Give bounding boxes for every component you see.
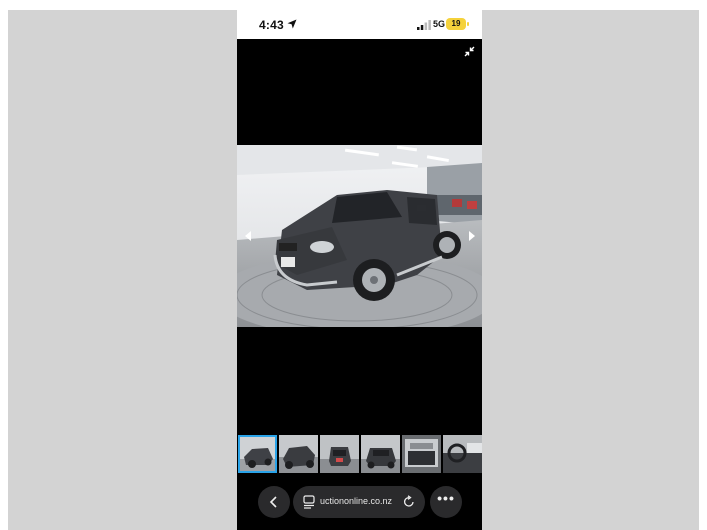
thumbnail-1[interactable] [238, 435, 277, 473]
back-button[interactable] [258, 486, 290, 518]
signal-icon [417, 20, 431, 30]
prev-arrow-icon[interactable] [243, 230, 253, 242]
battery-level: 19 [451, 19, 461, 28]
network-type: 5G [433, 19, 446, 29]
thumbnail-4[interactable] [361, 435, 400, 473]
car-photo[interactable] [237, 145, 482, 327]
thumbnail-strip [237, 433, 482, 475]
url-text: uctiononline.co.nz [320, 496, 393, 506]
collapse-icon[interactable] [464, 46, 475, 57]
more-icon: ••• [437, 490, 455, 506]
thumbnail-2[interactable] [279, 435, 318, 473]
thumbnail-3[interactable] [320, 435, 359, 473]
next-arrow-icon[interactable] [467, 230, 477, 242]
status-bar: 4:43 5G 19 [237, 10, 482, 39]
reload-icon[interactable] [403, 495, 415, 508]
status-time: 4:43 [259, 18, 284, 32]
location-arrow-icon [287, 19, 297, 29]
thumbnail-6[interactable] [443, 435, 482, 473]
more-button[interactable]: ••• [430, 486, 462, 518]
phone-screen: 4:43 5G 19 uctiononline.co.nz ••• [237, 10, 482, 530]
browser-toolbar: uctiononline.co.nz ••• [237, 475, 482, 530]
address-bar[interactable]: uctiononline.co.nz [293, 486, 425, 518]
back-chevron-icon [269, 496, 277, 508]
tabs-icon [303, 495, 315, 509]
battery-icon: 19 [446, 18, 466, 30]
thumbnail-5[interactable] [402, 435, 441, 473]
battery-cap [467, 22, 469, 26]
